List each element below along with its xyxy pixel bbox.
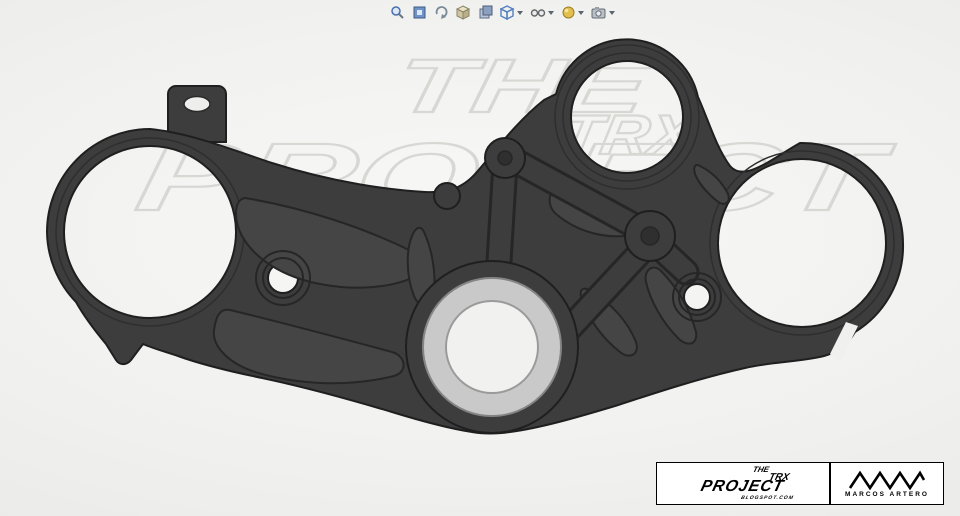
appearance-stack-icon[interactable] bbox=[476, 4, 495, 21]
cad-viewport[interactable]: THE TRX PROJECT BLOGSPOT.COM bbox=[0, 0, 960, 516]
rotate-view-icon[interactable] bbox=[432, 4, 451, 21]
author-logo-plate: THE TRX PROJECT BLOGSPOT.COM MARCOS ARTE… bbox=[656, 462, 944, 505]
plate-project: PROJECT bbox=[699, 478, 786, 495]
appearance-ball-glyph bbox=[562, 6, 575, 19]
brand-name: MARCOS ARTERO bbox=[845, 490, 929, 498]
cad-model-view[interactable]: THE TRX PROJECT BLOGSPOT.COM bbox=[0, 0, 960, 516]
plate-the: THE bbox=[751, 465, 771, 474]
glasses-glyph bbox=[530, 9, 546, 17]
view-toolbar bbox=[388, 4, 617, 21]
steering-stem bbox=[405, 260, 579, 434]
view-box-glyph bbox=[413, 6, 426, 19]
tab-slot-hole bbox=[183, 95, 211, 113]
magnifier-glyph bbox=[391, 6, 404, 19]
edit-appearance-icon[interactable] bbox=[559, 4, 586, 21]
stack-glyph bbox=[479, 5, 493, 19]
chevron-down-icon bbox=[517, 10, 523, 15]
view-orientation-icon[interactable] bbox=[410, 4, 429, 21]
view-settings-icon[interactable] bbox=[589, 4, 617, 21]
chevron-down-icon bbox=[548, 10, 554, 15]
logo-plate-brand: MARCOS ARTERO bbox=[831, 463, 943, 504]
display-cube-glyph bbox=[500, 5, 515, 20]
top-edge-boss bbox=[433, 182, 461, 210]
isometric-view-icon[interactable] bbox=[454, 4, 473, 21]
rotate-arrow-glyph bbox=[435, 6, 448, 19]
cube-glyph bbox=[456, 5, 471, 20]
brand-monogram-icon bbox=[848, 470, 926, 490]
logo-plate-title: THE TRX PROJECT BLOGSPOT.COM bbox=[657, 463, 829, 504]
plate-blogspot: BLOGSPOT.COM bbox=[740, 495, 795, 501]
zoom-icon[interactable] bbox=[388, 4, 407, 21]
camera-glyph bbox=[591, 7, 606, 19]
display-style-icon[interactable] bbox=[498, 4, 525, 21]
stem-hole bbox=[445, 300, 539, 394]
chevron-down-icon bbox=[578, 10, 584, 15]
hide-show-items-icon[interactable] bbox=[528, 4, 556, 21]
chevron-down-icon bbox=[609, 10, 615, 15]
